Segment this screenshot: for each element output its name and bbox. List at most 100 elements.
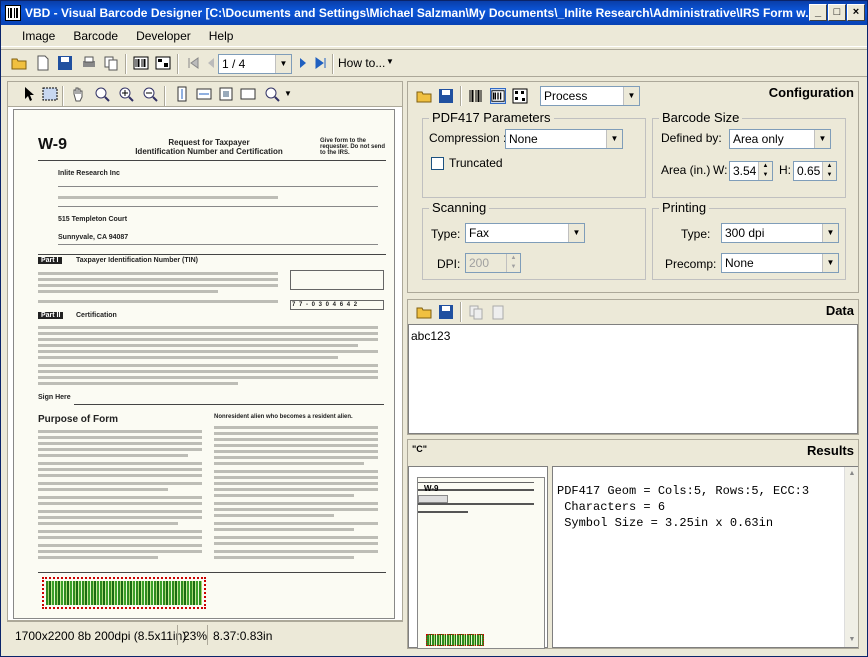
zoom-window-icon[interactable] — [94, 86, 110, 102]
status-image-info: 1700x2200 8b 200dpi (8.5x11in) — [15, 629, 187, 643]
nonresident-heading: Nonresident alien who becomes a resident… — [214, 414, 353, 420]
chevron-down-icon: ▼ — [275, 55, 291, 73]
open-folder-icon[interactable] — [11, 55, 27, 71]
first-page-icon[interactable] — [185, 55, 201, 71]
chevron-down-icon: ▼ — [822, 254, 838, 272]
maximize-button[interactable]: □ — [828, 4, 846, 21]
barcode-icon[interactable] — [133, 55, 149, 71]
truncated-checkbox[interactable] — [431, 157, 444, 170]
configuration-panel: Process ▼ Configuration PDF417 Parameters… — [407, 81, 859, 293]
compression-select[interactable]: None ▼ — [505, 129, 623, 149]
pdf417-group-label: PDF417 Parameters — [429, 110, 554, 125]
fit-width-icon[interactable] — [196, 86, 212, 102]
status-zoom: 23% — [183, 629, 208, 643]
height-spinner[interactable]: 0.65 ▲ ▼ — [793, 161, 837, 181]
menu-help[interactable]: Help — [200, 25, 243, 47]
title-bar[interactable]: VBD - Visual Barcode Designer [C:\Docume… — [1, 1, 867, 25]
menu-barcode[interactable]: Barcode — [64, 25, 127, 47]
width-value: 3.54 — [733, 164, 757, 178]
pdf417-icon[interactable] — [490, 88, 506, 104]
compression-value: None — [509, 132, 538, 146]
results-thumbnail-pane[interactable]: W-9 — [408, 466, 548, 649]
precomp-select[interactable]: None ▼ — [721, 253, 839, 273]
barcode-1d-icon[interactable] — [468, 88, 484, 104]
next-page-icon[interactable] — [295, 55, 311, 71]
dpi-label: DPI: — [437, 257, 461, 271]
fit-height-icon[interactable] — [174, 86, 190, 102]
datamatrix-icon[interactable] — [512, 88, 528, 104]
chevron-down-icon: ▼ — [822, 224, 838, 242]
scan-type-value: Fax — [469, 226, 490, 240]
spin-up-icon[interactable]: ▲ — [758, 162, 772, 171]
defined-by-value: Area only — [733, 132, 784, 146]
minimize-button[interactable]: _ — [809, 4, 827, 21]
save-icon[interactable] — [438, 88, 454, 104]
page-selector[interactable]: 1 / 4 ▼ — [218, 54, 292, 74]
defined-by-select[interactable]: Area only ▼ — [729, 129, 831, 149]
thumb-form-number: W-9 — [424, 484, 439, 493]
actual-size-icon[interactable] — [240, 86, 256, 102]
zoom-out-icon[interactable] — [142, 86, 158, 102]
paste-icon[interactable] — [490, 304, 506, 320]
chevron-down-icon: ▼ — [814, 130, 830, 148]
pdf417-group: PDF417 Parameters Compression : None ▼ Tr… — [422, 110, 646, 198]
save-icon[interactable] — [438, 304, 454, 320]
open-folder-icon[interactable] — [416, 88, 432, 104]
status-bar: 1700x2200 8b 200dpi (8.5x11in) 23% 8.37:… — [7, 621, 403, 649]
area-label: Area (in.) — [661, 163, 711, 177]
purpose-heading: Purpose of Form — [38, 414, 119, 425]
open-folder-icon[interactable] — [416, 304, 432, 320]
part2-title: Certification — [76, 312, 117, 319]
spin-up-icon[interactable]: ▲ — [506, 254, 520, 263]
main-toolbar: 1 / 4 ▼ How to... ▼ — [1, 49, 867, 77]
form-heading: Request for Taxpayer Identification Numb… — [124, 138, 294, 156]
copy-icon[interactable] — [103, 55, 119, 71]
dpi-value: 200 — [469, 256, 490, 270]
howto-menu[interactable]: How to... — [338, 56, 385, 70]
zoom-in-icon[interactable] — [118, 86, 134, 102]
save-icon[interactable] — [57, 55, 73, 71]
select-rect-icon[interactable] — [42, 86, 58, 102]
menu-image[interactable]: Image — [13, 25, 64, 47]
barcode-size-label: Barcode Size — [659, 110, 743, 125]
print-icon[interactable] — [81, 55, 97, 71]
scroll-down-icon[interactable]: ▼ — [845, 633, 859, 647]
print-type-select[interactable]: 300 dpi ▼ — [721, 223, 839, 243]
height-value: 0.65 — [797, 164, 821, 178]
precomp-label: Precomp: — [665, 257, 717, 271]
chevron-down-icon[interactable]: ▼ — [284, 89, 292, 98]
spin-up-icon[interactable]: ▲ — [822, 162, 836, 171]
last-page-icon[interactable] — [313, 55, 329, 71]
status-position: 8.37:0.83in — [213, 629, 273, 643]
close-button[interactable]: × — [847, 4, 865, 21]
new-file-icon[interactable] — [35, 55, 51, 71]
dpi-spinner[interactable]: 200 ▲ ▼ — [465, 253, 521, 273]
prev-page-icon[interactable] — [203, 55, 219, 71]
results-scrollbar[interactable]: ▲ ▼ — [844, 467, 858, 647]
results-text[interactable]: PDF417 Geom = Cols:5, Rows:5, ECC:3 Char… — [552, 466, 858, 648]
width-spinner[interactable]: 3.54 ▲ ▼ — [729, 161, 773, 181]
fit-page-icon[interactable] — [218, 86, 234, 102]
data-textarea[interactable]: abc123 — [408, 324, 858, 434]
copy-icon[interactable] — [468, 304, 484, 320]
mode-select[interactable]: Process ▼ — [540, 86, 640, 106]
zoom-dropdown-icon[interactable] — [264, 86, 280, 102]
pdf417-barcode-image[interactable] — [42, 577, 206, 609]
doc-name: Inlite Research Inc — [58, 170, 120, 177]
scroll-up-icon[interactable]: ▲ — [845, 467, 859, 481]
pan-hand-icon[interactable] — [70, 86, 86, 102]
document-page[interactable]: W-9 Request for Taxpayer Identification … — [13, 109, 395, 619]
mode-value: Process — [544, 89, 588, 103]
decode-icon[interactable]: "C" — [412, 444, 432, 462]
precomp-value: None — [725, 256, 754, 270]
width-label: W: — [713, 163, 728, 177]
chevron-down-icon[interactable]: ▼ — [386, 57, 394, 66]
scan-type-select[interactable]: Fax ▼ — [465, 223, 585, 243]
menu-bar: Image Barcode Developer Help — [1, 25, 867, 47]
spin-down-icon[interactable]: ▼ — [822, 171, 836, 180]
spin-down-icon[interactable]: ▼ — [506, 263, 520, 272]
pointer-icon[interactable] — [22, 86, 38, 102]
menu-developer[interactable]: Developer — [127, 25, 200, 47]
spin-down-icon[interactable]: ▼ — [758, 171, 772, 180]
barcode-2d-icon[interactable] — [155, 55, 171, 71]
